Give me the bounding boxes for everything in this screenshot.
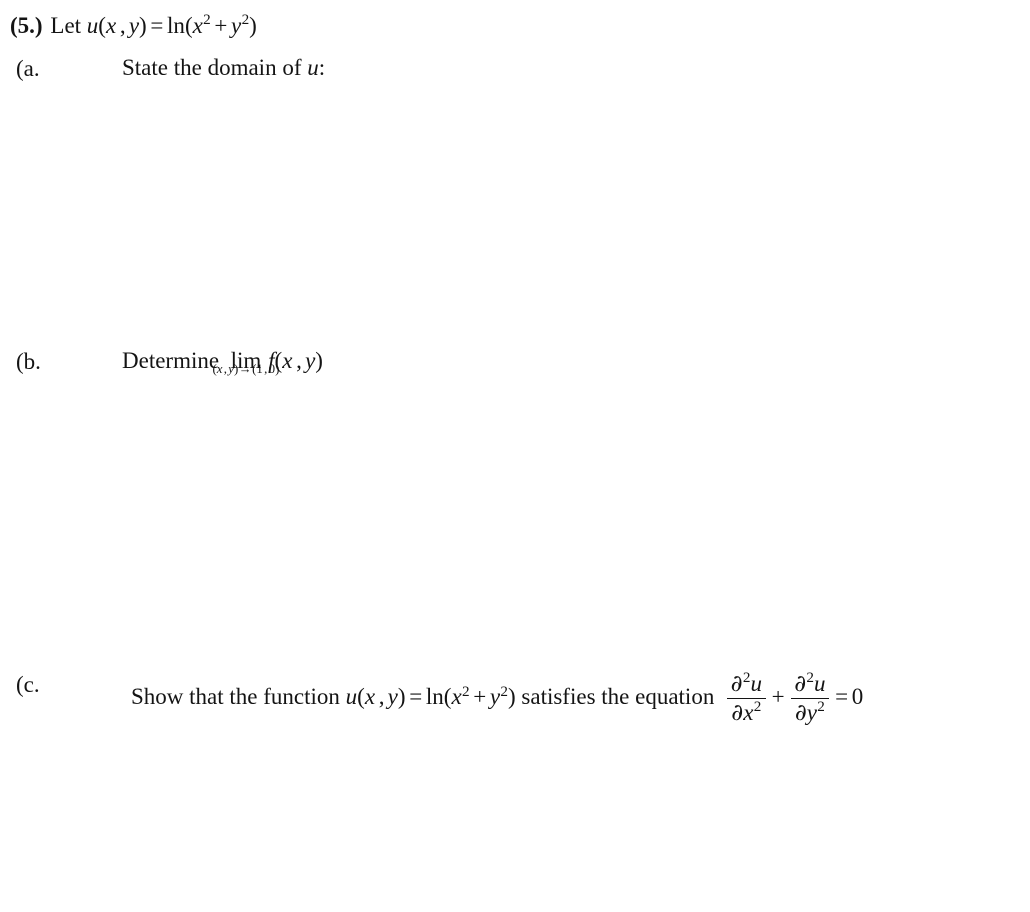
part-c-equals: = bbox=[409, 684, 423, 710]
part-c-arg-x: x bbox=[364, 684, 376, 710]
limit-subscript: (x,y)→(1,0) bbox=[212, 361, 280, 376]
problem-stem-prefix: Let bbox=[50, 13, 82, 38]
part-a-body: State the domain of u: bbox=[122, 56, 325, 79]
part-a-colon: : bbox=[318, 55, 326, 80]
laplace-equals-sign: = bbox=[835, 684, 849, 710]
y-base: y bbox=[231, 13, 242, 38]
part-c-label: (c. bbox=[16, 672, 40, 697]
variable-y: y bbox=[128, 13, 140, 38]
partial-variable-exponent: 2 bbox=[817, 698, 825, 716]
x-exponent: 2 bbox=[203, 11, 211, 29]
limit-expression: lim (x,y)→(1,0) bbox=[212, 349, 279, 375]
ln-paren-close: ) bbox=[249, 13, 257, 38]
fn-variable-x: x bbox=[282, 348, 293, 373]
part-c-arg-comma: , bbox=[378, 684, 385, 710]
partial-symbol: ∂ bbox=[730, 670, 743, 697]
partial-variable-x: x bbox=[743, 699, 754, 725]
fraction-numerator: ∂2u bbox=[791, 668, 830, 697]
part-c-text-before: Show that the function bbox=[131, 684, 340, 710]
part-c-y-base: y bbox=[489, 684, 501, 710]
x-base: x bbox=[192, 13, 203, 38]
part-a-symbol-u: u bbox=[307, 55, 319, 80]
part-c-x-exponent: 2 bbox=[461, 682, 470, 700]
part-c-x-base: x bbox=[451, 684, 462, 710]
variable-x: x bbox=[105, 13, 117, 38]
equals-sign: = bbox=[150, 13, 164, 38]
comma: , bbox=[119, 13, 126, 38]
part-c-body: Show that the function u(x, y) = ln(x2 + y2) … bbox=[131, 668, 864, 726]
part-c-text-after: satisfies the equation bbox=[521, 684, 715, 710]
laplace-plus-sign: + bbox=[771, 684, 785, 710]
partial-order-exponent: 2 bbox=[806, 668, 814, 686]
fraction-denominator: ∂x2 bbox=[727, 698, 766, 726]
part-c-function-u: u bbox=[345, 684, 358, 710]
function-symbol-u: u bbox=[86, 13, 99, 38]
fn-comma: , bbox=[296, 348, 302, 373]
laplace-result-zero: 0 bbox=[851, 684, 864, 710]
limit-arrow-icon: → bbox=[238, 361, 252, 376]
problem-statement-line: (5.) Let u(x, y) = ln(x2 + y2) bbox=[10, 11, 257, 38]
document-page: (5.) Let u(x, y) = ln(x2 + y2) (a. State the d… bbox=[0, 0, 1030, 912]
fn-paren-close: ) bbox=[315, 348, 323, 373]
paren-close: ) bbox=[139, 13, 147, 38]
partial-variable-exponent: 2 bbox=[753, 698, 762, 716]
part-c-plus: + bbox=[473, 684, 487, 710]
part-c-ln-operator: ln bbox=[425, 684, 444, 710]
problem-number: (5.) bbox=[10, 13, 43, 38]
part-b-label: (b. bbox=[16, 349, 41, 374]
part-c-paren-close: ) bbox=[397, 684, 406, 710]
part-c-arg-y: y bbox=[387, 684, 398, 710]
fn-variable-y: y bbox=[305, 348, 316, 373]
laplace-equation: ∂2u ∂x2 + ∂2u ∂y2 = 0 bbox=[725, 668, 864, 726]
part-b-body: Determine lim (x,y)→(1,0) f(x, y) bbox=[122, 348, 323, 375]
partial-function-u: u bbox=[750, 670, 762, 696]
part-a-label: (a. bbox=[16, 56, 40, 81]
part-a-text: State the domain of bbox=[122, 55, 302, 80]
plus-sign: + bbox=[214, 13, 228, 38]
second-partial-x-fraction: ∂2u ∂x2 bbox=[726, 670, 766, 726]
partial-symbol: ∂ bbox=[794, 699, 807, 726]
partial-symbol: ∂ bbox=[794, 670, 807, 697]
partial-symbol: ∂ bbox=[731, 699, 744, 726]
part-c-y-exponent: 2 bbox=[500, 682, 508, 700]
partial-variable-y: y bbox=[806, 699, 817, 725]
paren-open: ( bbox=[98, 13, 106, 38]
fraction-denominator: ∂y2 bbox=[791, 698, 830, 726]
part-b-text: Determine bbox=[122, 348, 220, 373]
part-c-paren-open: ( bbox=[357, 684, 365, 710]
fraction-numerator: ∂2u bbox=[727, 670, 766, 697]
partial-function-u: u bbox=[814, 670, 826, 696]
ln-paren-open: ( bbox=[184, 13, 193, 38]
ln-operator: ln bbox=[167, 13, 185, 38]
limit-target-paren-close: ) bbox=[275, 361, 280, 376]
part-c-ln-paren-close: ) bbox=[508, 684, 516, 710]
second-partial-y-fraction: ∂2u ∂y2 bbox=[790, 668, 830, 726]
